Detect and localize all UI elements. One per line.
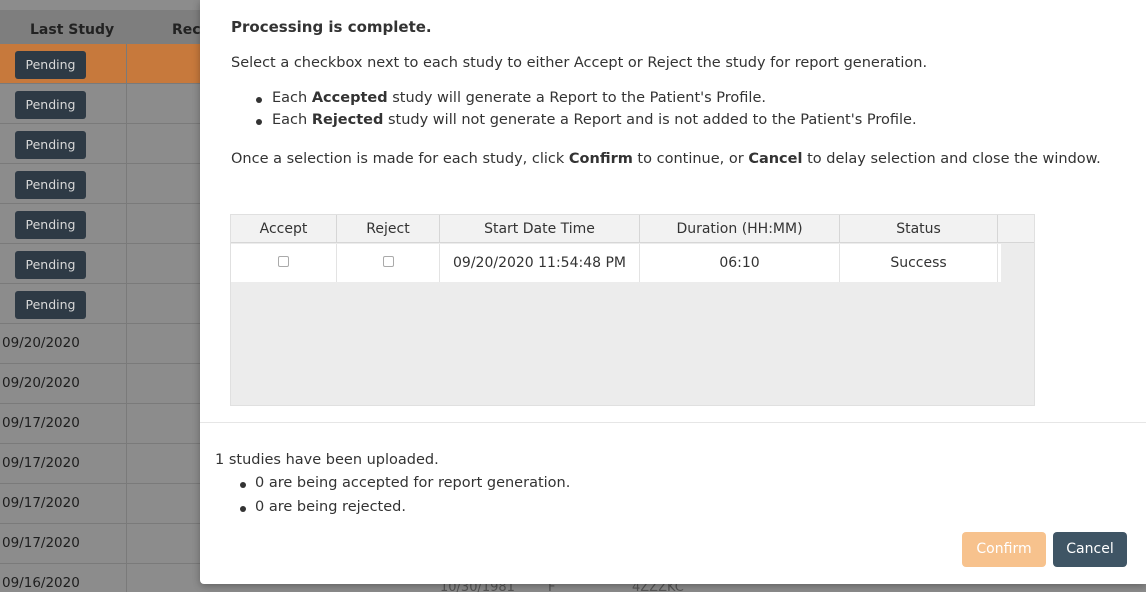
column-divider [126, 524, 127, 564]
column-divider [126, 444, 127, 484]
header-reject[interactable]: Reject [337, 215, 440, 243]
duration-cell: 06:10 [640, 244, 840, 282]
instruction-bullets: Each Accepted study will generate a Repo… [256, 90, 917, 134]
column-divider [126, 324, 127, 364]
column-header-last-study: Last Study [30, 22, 115, 38]
column-divider [126, 124, 127, 164]
last-study-date: 09/17/2020 [2, 415, 80, 431]
last-study-date: 09/20/2020 [2, 335, 80, 351]
pending-button[interactable]: Pending [15, 211, 86, 239]
header-duration[interactable]: Duration (HH:MM) [640, 215, 840, 243]
upload-summary: 1 studies have been uploaded. [215, 452, 439, 468]
column-header-rec: Rec [172, 22, 201, 38]
last-study-date: 09/17/2020 [2, 495, 80, 511]
column-divider [126, 84, 127, 124]
column-divider [126, 164, 127, 204]
reject-checkbox[interactable] [382, 256, 394, 267]
confirm-instruction: Once a selection is made for each study,… [231, 151, 1101, 167]
pending-button[interactable]: Pending [15, 51, 86, 79]
confirm-button[interactable]: Confirm [962, 532, 1046, 567]
column-divider [126, 284, 127, 324]
column-divider [126, 364, 127, 404]
modal-title: Processing is complete. [231, 18, 432, 36]
bullet-accepted: Each Accepted study will generate a Repo… [256, 90, 917, 112]
column-divider [126, 204, 127, 244]
column-divider [126, 44, 127, 84]
last-study-date: 09/17/2020 [2, 535, 80, 551]
processing-complete-modal: Processing is complete. Select a checkbo… [200, 0, 1146, 584]
accept-checkbox[interactable] [278, 256, 289, 267]
cancel-button[interactable]: Cancel [1053, 532, 1127, 567]
last-study-date: 09/16/2020 [2, 575, 80, 591]
pending-button[interactable]: Pending [15, 131, 86, 159]
column-divider [126, 404, 127, 444]
footer-divider [200, 422, 1146, 423]
pending-button[interactable]: Pending [15, 91, 86, 119]
reject-cell [337, 244, 440, 282]
start-date-time-cell: 09/20/2020 11:54:48 PM [440, 244, 640, 282]
header-start-date-time[interactable]: Start Date Time [440, 215, 640, 243]
status-cell: Success [840, 244, 998, 282]
column-divider [126, 564, 127, 592]
column-divider [126, 244, 127, 284]
column-divider [126, 484, 127, 524]
table-row: 09/20/2020 11:54:48 PM 06:10 Success [231, 244, 1001, 282]
pending-button[interactable]: Pending [15, 251, 86, 279]
studies-grid-header: Accept Reject Start Date Time Duration (… [231, 215, 1034, 243]
summary-rejected: 0 are being rejected. [240, 499, 570, 523]
header-status[interactable]: Status [840, 215, 998, 243]
header-accept[interactable]: Accept [231, 215, 337, 243]
studies-grid: Accept Reject Start Date Time Duration (… [230, 214, 1035, 406]
last-study-date: 09/20/2020 [2, 375, 80, 391]
summary-accepted: 0 are being accepted for report generati… [240, 475, 570, 499]
last-study-date: 09/17/2020 [2, 455, 80, 471]
pending-button[interactable]: Pending [15, 171, 86, 199]
accept-cell [231, 244, 337, 282]
pending-button[interactable]: Pending [15, 291, 86, 319]
modal-instruction: Select a checkbox next to each study to … [231, 55, 928, 71]
bullet-rejected: Each Rejected study will not generate a … [256, 112, 917, 134]
summary-list: 0 are being accepted for report generati… [240, 475, 570, 523]
